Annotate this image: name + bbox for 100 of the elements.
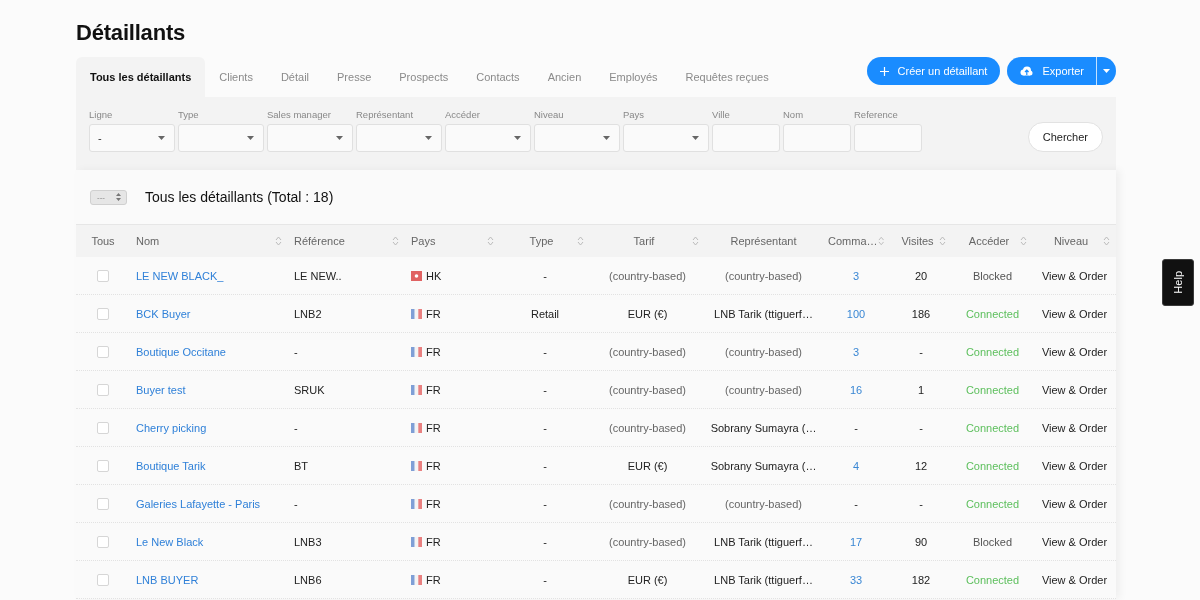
table-cell: - — [294, 497, 298, 510]
tab[interactable]: Requêtes reçues — [671, 57, 783, 97]
filter-label: Ville — [712, 109, 731, 121]
table-cell: View & Order — [1041, 459, 1108, 472]
tab[interactable]: Prospects — [385, 57, 463, 97]
column-header[interactable]: Accéder — [958, 235, 1020, 247]
cloud-upload-icon — [1020, 66, 1034, 76]
table-cell: 12 — [914, 459, 928, 472]
column-header[interactable]: Visites — [896, 235, 939, 247]
table-cell: FR — [426, 421, 441, 434]
column-header[interactable]: Référence — [294, 235, 392, 247]
text-field[interactable] — [854, 124, 922, 152]
retailer-link[interactable]: Le New Black — [136, 535, 204, 548]
table-cell: View & Order — [1041, 535, 1108, 548]
checkbox[interactable] — [97, 269, 109, 282]
orders-link[interactable]: 100 — [846, 307, 866, 320]
table-cell: (country-based) — [608, 345, 686, 358]
access-status: Connected — [965, 345, 1020, 358]
column-header[interactable]: Nom — [136, 235, 275, 247]
caret-icon — [247, 136, 254, 140]
page-size-select[interactable]: --- — [90, 189, 127, 205]
column-header[interactable]: Pays — [411, 235, 487, 247]
select-field[interactable] — [178, 124, 264, 152]
checkbox[interactable] — [97, 535, 109, 548]
table-cell: FR — [426, 535, 441, 548]
table-cell: FR — [426, 573, 441, 586]
table-cell: LNB Tarik (ttiguerf… — [714, 535, 813, 548]
table-cell: - — [543, 573, 547, 586]
tab[interactable]: Presse — [323, 57, 386, 97]
orders-link[interactable]: 3 — [852, 269, 860, 282]
sort-icon[interactable] — [577, 236, 584, 246]
column-header[interactable]: Niveau — [1039, 235, 1103, 247]
table-cell: 1 — [917, 383, 925, 396]
column-header[interactable]: Tarif — [596, 235, 692, 247]
orders-link[interactable]: 3 — [852, 345, 860, 358]
select-field[interactable] — [356, 124, 442, 152]
retailer-link[interactable]: LNB BUYER — [136, 573, 199, 586]
select-field[interactable] — [534, 124, 620, 152]
tab[interactable]: Ancien — [533, 57, 596, 97]
checkbox[interactable] — [97, 497, 109, 510]
text-field[interactable] — [712, 124, 780, 152]
tab[interactable]: Clients — [205, 57, 267, 97]
sort-icon[interactable] — [1103, 236, 1110, 246]
filter-label: Sales manager — [267, 109, 332, 121]
sort-icon[interactable] — [692, 236, 699, 246]
export-menu-button[interactable] — [1096, 57, 1116, 85]
retailer-link[interactable]: LE NEW BLACK_ — [136, 269, 224, 282]
orders-link[interactable]: 17 — [849, 535, 863, 548]
help-button[interactable]: Help — [1162, 259, 1194, 306]
checkbox[interactable] — [97, 345, 109, 358]
retailer-link[interactable]: BCK Buyer — [136, 307, 191, 320]
retailer-link[interactable]: Cherry picking — [136, 421, 207, 434]
checkbox[interactable] — [97, 421, 109, 434]
table-cell: 182 — [911, 573, 931, 586]
checkbox[interactable] — [97, 573, 109, 586]
column-header[interactable]: Type — [506, 235, 577, 247]
table-cell: HK — [426, 269, 442, 282]
table-cell: BT — [294, 459, 309, 472]
sort-icon[interactable] — [487, 236, 494, 246]
table-cell: LNB Tarik (ttiguerf… — [714, 573, 813, 586]
orders-link[interactable]: 4 — [852, 459, 860, 472]
tab[interactable]: Tous les détaillants — [76, 57, 206, 97]
updown-icon — [116, 193, 121, 201]
orders-link[interactable]: 16 — [849, 383, 863, 396]
sort-icon[interactable] — [877, 236, 884, 246]
table-cell: (country-based) — [724, 383, 802, 396]
sort-icon[interactable] — [1020, 236, 1027, 246]
sort-icon[interactable] — [939, 236, 946, 246]
retailer-link[interactable]: Buyer test — [136, 383, 186, 396]
select-field[interactable] — [267, 124, 353, 152]
column-header[interactable]: Comma… — [828, 235, 878, 247]
retailer-link[interactable]: Boutique Occitane — [136, 345, 226, 358]
access-status: Connected — [965, 573, 1020, 586]
checkbox[interactable] — [97, 459, 109, 472]
checkbox[interactable] — [97, 307, 109, 320]
caret-icon — [692, 136, 699, 140]
sort-icon[interactable] — [275, 236, 282, 246]
text-field[interactable] — [783, 124, 851, 152]
retailer-link[interactable]: Boutique Tarik — [136, 459, 206, 472]
tab[interactable]: Contacts — [462, 57, 534, 97]
search-button[interactable]: Chercher — [1027, 122, 1103, 152]
retailer-link[interactable]: Galeries Lafayette - Paris — [136, 497, 261, 510]
caret-icon — [158, 136, 165, 140]
orders-link[interactable]: 33 — [849, 573, 863, 586]
table-cell: View & Order — [1041, 307, 1108, 320]
plus-icon — [879, 66, 889, 76]
select-field[interactable] — [445, 124, 531, 152]
column-header: Tous — [91, 235, 115, 247]
select-field[interactable] — [623, 124, 709, 152]
checkbox[interactable] — [97, 383, 109, 396]
table-cell: - — [919, 497, 923, 510]
tab[interactable]: Employés — [595, 57, 672, 97]
table-cell: FR — [426, 307, 441, 320]
select-field[interactable]: - — [89, 124, 175, 152]
tab[interactable]: Détail — [266, 57, 324, 97]
sort-icon[interactable] — [392, 236, 399, 246]
export-button[interactable]: Exporter — [1007, 57, 1096, 85]
table-cell: - — [919, 345, 923, 358]
table-cell: EUR (€) — [627, 459, 668, 472]
create-retailer-button[interactable]: Créer un détaillant — [866, 57, 1001, 85]
